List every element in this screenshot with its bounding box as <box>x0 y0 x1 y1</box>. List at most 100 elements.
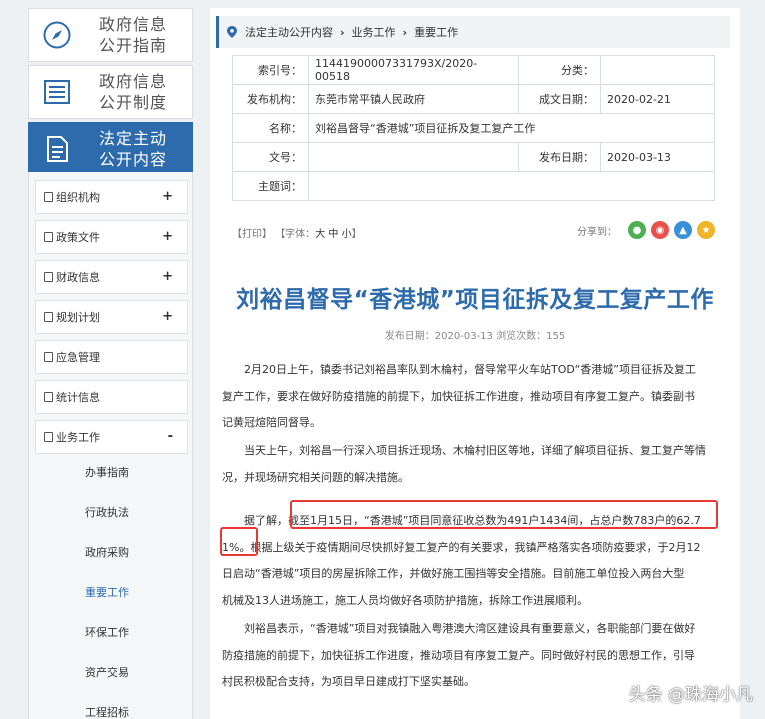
category-label: 分类： <box>518 55 601 85</box>
menu-label: 组织机构 <box>56 191 100 204</box>
created-date-label: 成文日期： <box>518 84 601 114</box>
font-size-prefix: 【字体： <box>275 229 316 240</box>
chevron-right-icon: › <box>402 25 408 39</box>
doc-icon <box>44 192 53 202</box>
doc-icon <box>44 392 53 402</box>
doc-number-label: 文号： <box>232 142 309 172</box>
subitem-enforcement[interactable]: 行政执法 <box>85 504 129 520</box>
submenu: 组织机构 + 政策文件 + 财政信息 + 规划计划 + 应急管理 统计信息 业务工作 - … <box>28 172 193 719</box>
subitem-environment[interactable]: 环保工作 <box>85 624 129 640</box>
compass-icon <box>29 9 85 61</box>
breadcrumb: 法定主动公开内容 › 业务工作 › 重要工作 <box>216 16 730 48</box>
name-value: 刘裕昌督导“香港城”项目征拆及复工复产工作 <box>308 113 715 143</box>
category-value <box>600 55 715 85</box>
paragraph-2: 当天上午，刘裕昌一行深入项目拆迁现场、木棆村旧区等地，详细了解项目征拆、复工复产… <box>222 438 718 491</box>
publish-date-label: 发布日期： <box>518 142 601 172</box>
publish-date-value: 2020-03-13 <box>600 142 715 172</box>
sidebar: 政府信息 公开指南 政府信息 公开制度 法定主动 公开内容 组织机构 + 政策文件 + 财… <box>16 0 200 719</box>
index-value: 11441900007331793X/2020-00518 <box>308 55 519 85</box>
publisher-label: 发布机构： <box>232 84 309 114</box>
expand-icon[interactable]: + <box>162 229 173 244</box>
menu-item-policy[interactable]: 政策文件 + <box>35 220 188 254</box>
font-small-link[interactable]: 小 <box>342 229 352 240</box>
wechat-icon[interactable]: ● <box>628 221 646 239</box>
text-line: 记黄冠煊陪同督导。 <box>222 416 321 429</box>
menu-label: 政策文件 <box>56 231 100 244</box>
nav-label: 政府信息 公开指南 <box>99 15 168 55</box>
menu-label: 统计信息 <box>56 391 100 404</box>
nav-label: 法定主动 公开内容 <box>99 129 168 169</box>
nav-label: 政府信息 公开制度 <box>99 72 168 112</box>
name-label: 名称： <box>232 113 309 143</box>
metadata-table: 索引号： 11441900007331793X/2020-00518 分类： 发… <box>232 55 715 201</box>
print-link[interactable]: 【打印】 <box>232 229 272 240</box>
menu-item-org[interactable]: 组织机构 + <box>35 180 188 214</box>
font-size-suffix: 】 <box>351 229 362 240</box>
text-line: 日启动“香港城”项目的房屋拆除工作，并做好施工围挡等安全措施。目前施工单位投入两… <box>222 567 685 580</box>
list-icon <box>29 66 85 118</box>
font-large-link[interactable]: 大 <box>315 229 325 240</box>
expand-icon[interactable]: + <box>162 189 173 204</box>
text-line: 当天上午，刘裕昌一行深入项目拆迁现场、木棆村旧区等地，详细了解项目征拆、复工复产… <box>244 444 706 457</box>
article-title: 刘裕昌督导“香港城”项目征拆及复工复产工作 <box>236 287 714 313</box>
doc-icon <box>44 352 53 362</box>
doc-icon <box>44 272 53 282</box>
share-label: 分享到： <box>577 226 617 238</box>
expand-icon[interactable]: + <box>162 309 173 324</box>
created-date-value: 2020-02-21 <box>600 84 715 114</box>
text-line: 况，并现场研究相关问题的解决措施。 <box>222 470 409 484</box>
font-medium-link[interactable]: 中 <box>328 229 338 240</box>
subitem-assets[interactable]: 资产交易 <box>85 664 129 680</box>
paragraph-1: 2月20日上午，镇委书记刘裕昌率队到木棆村，督导常平火车站TOD“香港城”项目征… <box>222 357 718 437</box>
text-line: 复产工作，要求在做好防疫措施的前提下，加快征拆工作进度，推动项目有序复工复产。镇… <box>222 389 695 403</box>
document-icon <box>29 123 85 175</box>
subitem-tender[interactable]: 工程招标 <box>85 704 129 719</box>
breadcrumb-item[interactable]: 法定主动公开内容 <box>245 24 333 40</box>
menu-label: 应急管理 <box>56 351 100 364</box>
share-bar: 分享到： ● ◉ ▲ ★ <box>577 221 715 239</box>
watermark: 头条 @珠海小凡 <box>628 685 753 705</box>
text-line: 刘裕昌表示，“香港城”项目对我镇融入粤港澳大湾区建设具有重要意义，各职能部门要在… <box>244 622 696 635</box>
menu-item-emergency[interactable]: 应急管理 <box>35 340 188 374</box>
nav-public-guide[interactable]: 政府信息 公开指南 <box>28 8 193 62</box>
menu-item-stats[interactable]: 统计信息 <box>35 380 188 414</box>
subitem-guide[interactable]: 办事指南 <box>85 464 129 480</box>
breadcrumb-item[interactable]: 业务工作 <box>352 24 396 40</box>
highlight-box-upper <box>290 500 718 529</box>
nav-public-system[interactable]: 政府信息 公开制度 <box>28 65 193 119</box>
text-line: 机械及13人进场施工，施工人员均做好各项防护措施，拆除工作进展顺利。 <box>222 593 588 607</box>
location-pin-icon <box>227 26 237 38</box>
menu-label: 规划计划 <box>56 311 100 324</box>
subitem-procurement[interactable]: 政府采购 <box>85 544 129 560</box>
left-strip <box>0 0 16 719</box>
text-line: 1%。根据上级关于疫情期间尽快抓好复工复产的有关要求，我镇严格落实各项防疫要求，… <box>222 540 701 554</box>
weibo-icon[interactable]: ◉ <box>651 221 669 239</box>
subitem-important-work[interactable]: 重要工作 <box>85 584 129 600</box>
highlight-box-lower <box>220 527 258 556</box>
collapse-icon[interactable]: - <box>168 429 173 444</box>
qq-icon[interactable]: ▲ <box>674 221 692 239</box>
keywords-label: 主题词： <box>232 171 309 201</box>
menu-item-plan[interactable]: 规划计划 + <box>35 300 188 334</box>
article-tools: 【打印】 【字体：大 中 小】 分享到： ● ◉ ▲ ★ <box>232 221 715 243</box>
article-pubinfo: 发布日期：2020-03-13 浏览次数：155 <box>384 331 566 342</box>
keywords-value <box>308 171 715 201</box>
nav-legal-content[interactable]: 法定主动 公开内容 <box>28 122 193 176</box>
menu-item-finance[interactable]: 财政信息 + <box>35 260 188 294</box>
text-line: 2月20日上午，镇委书记刘裕昌率队到木棆村，督导常平火车站TOD“香港城”项目征… <box>244 363 696 376</box>
publisher-value: 东莞市常平镇人民政府 <box>308 84 519 114</box>
doc-icon <box>44 312 53 322</box>
text-line: 防疫措施的前提下，加快征拆工作进度，推动项目有序复工复产。同时做好村民的思想工作… <box>222 648 695 662</box>
qzone-star-icon[interactable]: ★ <box>697 221 715 239</box>
page: 政府信息 公开指南 政府信息 公开制度 法定主动 公开内容 组织机构 + 政策文件 + 财… <box>0 0 765 719</box>
tool-links: 【打印】 【字体：大 中 小】 <box>232 225 362 240</box>
doc-icon <box>44 432 53 442</box>
menu-label: 业务工作 <box>56 431 100 444</box>
menu-item-business[interactable]: 业务工作 - <box>35 420 188 454</box>
chevron-right-icon: › <box>340 25 345 39</box>
index-label: 索引号： <box>232 55 309 85</box>
main-content: 法定主动公开内容 › 业务工作 › 重要工作 索引号： 114419000073… <box>210 8 740 719</box>
menu-label: 财政信息 <box>56 271 100 284</box>
expand-icon[interactable]: + <box>162 269 173 284</box>
breadcrumb-item[interactable]: 重要工作 <box>414 24 458 40</box>
